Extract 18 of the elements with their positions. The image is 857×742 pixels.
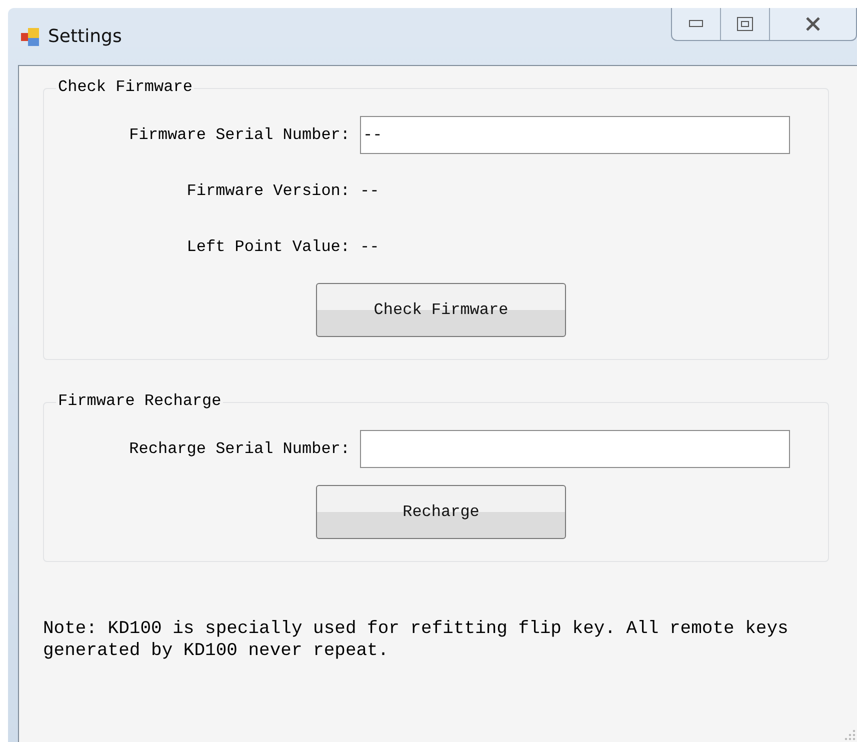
input-field[interactable] xyxy=(360,430,790,468)
action-button[interactable]: Check Firmware xyxy=(316,283,566,337)
group-legend: Firmware Recharge xyxy=(56,392,224,410)
minimize-icon xyxy=(689,20,703,28)
action-button[interactable]: Recharge xyxy=(316,485,566,539)
note-text: Note: KD100 is specially used for refitting flip key. All remote keys generated by KD100 never repeat. xyxy=(43,618,790,662)
input-field[interactable]: -- xyxy=(360,116,790,154)
field-value: -- xyxy=(360,238,380,256)
window-title: Settings xyxy=(48,26,122,47)
field-label: Firmware Version: xyxy=(186,182,351,200)
field-value: -- xyxy=(360,182,380,200)
field-label: Firmware Serial Number: xyxy=(128,126,351,144)
field-label: Left Point Value: xyxy=(186,238,351,256)
maximize-icon xyxy=(737,17,753,31)
field-label: Recharge Serial Number: xyxy=(128,440,351,458)
app-icon xyxy=(20,26,40,46)
close-icon xyxy=(805,17,821,31)
resize-grip-icon xyxy=(845,730,855,740)
